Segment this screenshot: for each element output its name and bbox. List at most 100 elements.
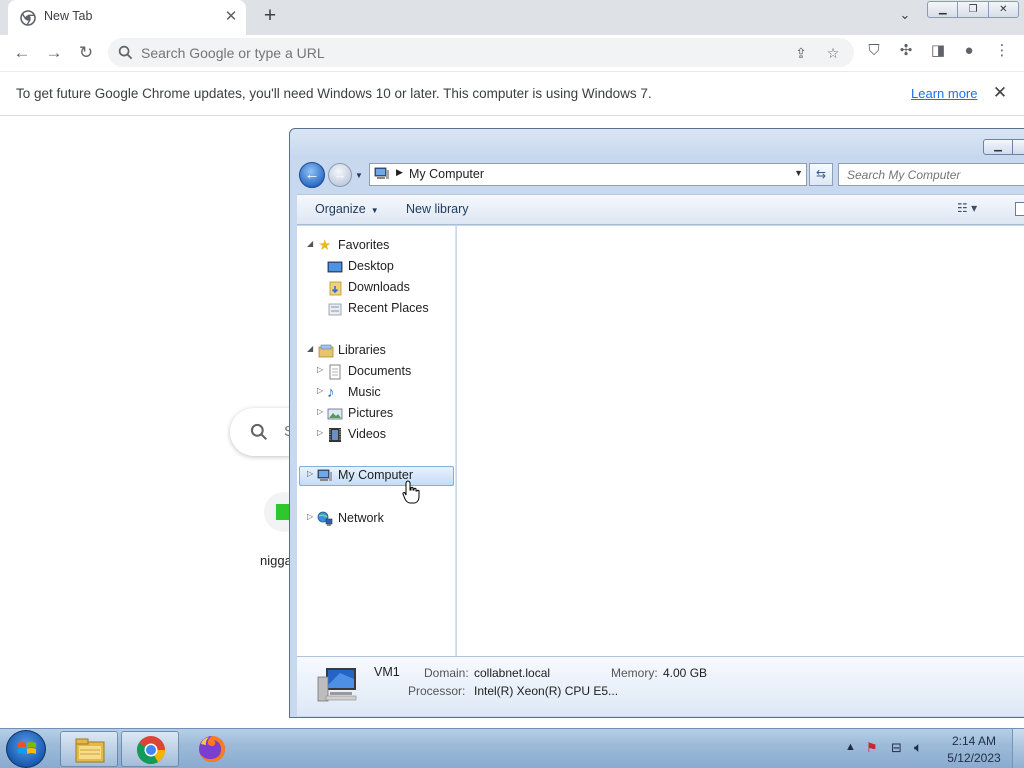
- recent-places-icon: [328, 303, 342, 316]
- search-icon: [118, 45, 133, 60]
- chevron-down-icon[interactable]: ▼: [794, 168, 803, 178]
- tree-item-recent-places[interactable]: Recent Places: [299, 299, 454, 319]
- shield-icon[interactable]: ⛉: [864, 41, 884, 61]
- tab-new-tab[interactable]: New Tab ✕: [8, 0, 246, 35]
- chrome-icon: [20, 10, 36, 26]
- forward-arrow-icon[interactable]: →: [328, 163, 352, 187]
- window-controls: ▁ ❐ ✕: [927, 1, 1019, 18]
- explorer-titlebar[interactable]: ▁ □: [290, 129, 1024, 159]
- tree-item-pictures[interactable]: ▷ Pictures: [299, 404, 454, 424]
- tree-label-documents: Documents: [348, 364, 412, 378]
- clock-time[interactable]: 2:14 AM: [945, 734, 1003, 748]
- explorer-icon: [75, 738, 105, 763]
- reload-icon[interactable]: ↻: [74, 41, 98, 65]
- close-window-button[interactable]: ✕: [989, 2, 1018, 17]
- taskbar-explorer-button[interactable]: [60, 731, 118, 767]
- learn-more-link[interactable]: Learn more: [911, 86, 977, 101]
- organize-label: Organize: [315, 202, 366, 216]
- tree-label-music: Music: [348, 385, 381, 399]
- explorer-search-input[interactable]: [847, 164, 1024, 185]
- show-hidden-icons-icon[interactable]: ▲: [845, 741, 856, 753]
- chrome-toolbar: ← → ↻ ⇪ ☆ ⛉ ✣ ◨ ● ⋮: [0, 35, 1024, 71]
- back-arrow-icon[interactable]: ←: [299, 162, 325, 188]
- expanded-arrow-icon[interactable]: ◢: [307, 344, 317, 353]
- plus-icon[interactable]: +: [258, 5, 282, 29]
- clock-date[interactable]: 5/12/2023: [945, 751, 1003, 765]
- file-list-pane[interactable]: [457, 226, 1024, 656]
- refresh-icon[interactable]: ⇆: [809, 163, 833, 186]
- tab-search-chevron-icon[interactable]: ⌄: [894, 7, 916, 27]
- share-icon[interactable]: ⇪: [792, 44, 810, 62]
- windows-taskbar: ▲ ⚑ ⊟ 🔈︎ 2:14 AM 5/12/2023: [0, 728, 1024, 768]
- address-bar[interactable]: ▶ My Computer ▼: [369, 163, 807, 186]
- network-tray-icon[interactable]: ⊟: [891, 740, 902, 756]
- tree-item-desktop[interactable]: Desktop: [299, 257, 454, 277]
- explorer-search-box[interactable]: [838, 163, 1024, 186]
- back-arrow-icon[interactable]: ←: [10, 41, 34, 65]
- profile-icon[interactable]: ●: [959, 41, 979, 61]
- tree-label-favorites: Favorites: [338, 238, 390, 252]
- taskbar-chrome-button[interactable]: [121, 731, 179, 767]
- videos-icon: [329, 428, 341, 442]
- tree-label-downloads: Downloads: [348, 280, 410, 294]
- explorer-window-controls: ▁ □: [983, 139, 1024, 155]
- more-icon[interactable]: ⋮: [992, 41, 1012, 61]
- breadcrumb-my-computer[interactable]: My Computer: [409, 167, 484, 181]
- processor-label: Processor:: [408, 684, 466, 698]
- tree-item-music[interactable]: ▷ ♪ Music: [299, 383, 454, 403]
- preview-pane-icon[interactable]: [1015, 202, 1024, 216]
- command-bar: Organize ▼ New library ☷ ▾: [297, 194, 1024, 225]
- tree-item-network[interactable]: ▷ Network: [299, 509, 454, 529]
- domain-value: collabnet.local: [474, 666, 551, 680]
- close-icon[interactable]: ✕: [222, 8, 240, 26]
- collapsed-arrow-icon[interactable]: ▷: [317, 407, 327, 416]
- action-center-flag-icon[interactable]: ⚑: [866, 740, 878, 756]
- change-view-icon[interactable]: ☷ ▾: [957, 201, 977, 215]
- explorer-navigation-bar: ← → ▼ ▶ My Computer ▼ ⇆: [296, 159, 1024, 193]
- expanded-arrow-icon[interactable]: ◢: [307, 239, 317, 248]
- tree-label-libraries: Libraries: [338, 343, 386, 357]
- tree-item-favorites[interactable]: ◢ ★ Favorites: [299, 236, 454, 256]
- collapsed-arrow-icon[interactable]: ▷: [307, 512, 317, 521]
- start-button[interactable]: [6, 730, 46, 768]
- breadcrumb-separator-icon[interactable]: ▶: [396, 167, 403, 178]
- taskbar-firefox-button[interactable]: [183, 731, 241, 767]
- forward-arrow-icon[interactable]: →: [42, 41, 66, 65]
- computer-icon: [317, 668, 357, 702]
- close-icon[interactable]: ✕: [991, 84, 1009, 102]
- firefox-icon: [199, 736, 225, 762]
- restore-button[interactable]: ❐: [958, 2, 989, 17]
- tree-item-documents[interactable]: ▷ Documents: [299, 362, 454, 382]
- maximize-button[interactable]: □: [1013, 140, 1024, 154]
- side-panel-icon[interactable]: ◨: [928, 41, 948, 61]
- collapsed-arrow-icon[interactable]: ▷: [307, 469, 317, 478]
- windows-logo-icon: [18, 742, 36, 754]
- minimize-button[interactable]: ▁: [928, 2, 959, 17]
- tree-item-my-computer[interactable]: ▷ My Computer: [299, 466, 454, 486]
- collapsed-arrow-icon[interactable]: ▷: [317, 428, 327, 437]
- collapsed-arrow-icon[interactable]: ▷: [317, 386, 327, 395]
- chrome-icon: [137, 736, 165, 764]
- tree-item-libraries[interactable]: ◢ Libraries: [299, 341, 454, 361]
- chrome-tab-strip: New Tab ✕ + ⌄ ▁ ❐ ✕: [0, 0, 1024, 35]
- organize-button[interactable]: Organize ▼: [315, 202, 379, 216]
- processor-value: Intel(R) Xeon(R) CPU E5...: [474, 684, 619, 698]
- details-pane: VM1 Domain: collabnet.local Memory: 4.00…: [297, 656, 1024, 716]
- tree-label-pictures: Pictures: [348, 406, 394, 420]
- volume-icon[interactable]: 🔈︎: [914, 739, 922, 756]
- hand-cursor-icon: [402, 480, 420, 504]
- puzzle-icon[interactable]: ✣: [896, 41, 916, 61]
- collapsed-arrow-icon[interactable]: ▷: [317, 365, 327, 374]
- recent-pages-dropdown[interactable]: ▼: [355, 171, 364, 180]
- show-desktop-button[interactable]: [1012, 729, 1024, 768]
- omnibox[interactable]: ⇪ ☆: [108, 38, 854, 67]
- star-icon[interactable]: ☆: [824, 44, 842, 62]
- minimize-button[interactable]: ▁: [984, 140, 1013, 154]
- omnibox-input[interactable]: [141, 38, 761, 67]
- tree-item-videos[interactable]: ▷ Videos: [299, 425, 454, 445]
- domain-label: Domain:: [424, 666, 469, 680]
- new-library-button[interactable]: New library: [406, 202, 469, 216]
- computer-icon: [374, 167, 389, 179]
- tree-item-downloads[interactable]: Downloads: [299, 278, 454, 298]
- chevron-down-icon: ▼: [370, 206, 379, 215]
